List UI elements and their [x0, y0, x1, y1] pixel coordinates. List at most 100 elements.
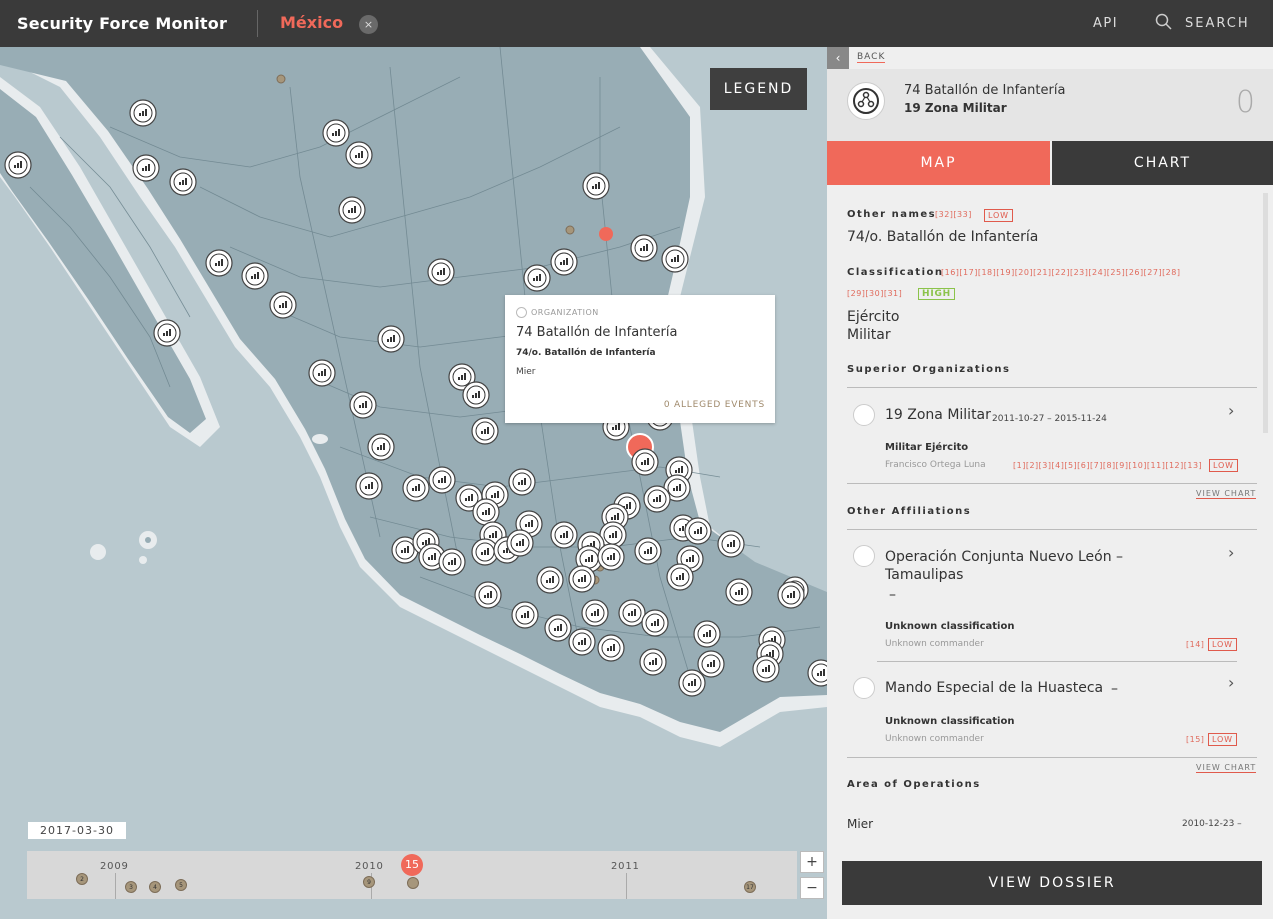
event-cluster-marker[interactable] [367, 433, 395, 461]
superior-org-sources[interactable]: [1][2][3][4][5][6][7][8][9][10][11][12][… [1013, 461, 1202, 470]
event-cluster-marker[interactable] [345, 141, 373, 169]
event-cluster-marker[interactable] [536, 566, 564, 594]
event-cluster-marker[interactable] [618, 599, 646, 627]
event-cluster-marker[interactable] [241, 262, 269, 290]
other-names-sources[interactable]: [32][33] [935, 210, 972, 219]
tab-chart[interactable]: CHART [1052, 141, 1273, 185]
event-cluster-marker[interactable] [634, 537, 662, 565]
event-cluster-marker[interactable] [355, 472, 383, 500]
event-cluster-marker[interactable] [777, 581, 805, 609]
event-cluster-marker[interactable] [462, 381, 490, 409]
event-cluster-marker[interactable] [132, 154, 160, 182]
event-cluster-marker[interactable] [697, 650, 725, 678]
event-cluster-marker[interactable] [308, 359, 336, 387]
event-cluster-marker[interactable] [639, 648, 667, 676]
event-cluster-marker[interactable] [568, 628, 596, 656]
event-cluster-marker[interactable] [550, 521, 578, 549]
country-filter[interactable]: México [280, 13, 343, 32]
current-date-label: 2017-03-30 [28, 822, 126, 839]
event-cluster-marker[interactable] [322, 119, 350, 147]
affiliation-name[interactable]: Tamaulipas [885, 567, 963, 583]
chevron-right-icon[interactable]: › [1228, 543, 1234, 562]
event-cluster-marker[interactable] [508, 468, 536, 496]
event-cluster-marker[interactable] [511, 601, 539, 629]
event-cluster-marker[interactable] [752, 655, 780, 683]
event-cluster-marker[interactable] [4, 151, 32, 179]
event-cluster-marker[interactable] [438, 548, 466, 576]
timeline-event-dot[interactable]: 17 [744, 881, 756, 893]
timeline-slider[interactable]: 2009 2010 2011 2 3 4 5 9 17 15 [27, 851, 797, 899]
event-cluster-marker[interactable] [338, 196, 366, 224]
timeline-event-dot[interactable]: 5 [175, 879, 187, 891]
event-cluster-marker[interactable] [666, 563, 694, 591]
event-cluster-marker[interactable] [169, 168, 197, 196]
event-cluster-marker[interactable] [643, 485, 671, 513]
organization-popup[interactable]: ORGANIZATION 74 Batallón de Infantería 7… [505, 295, 775, 423]
map-view[interactable]: LEGEND ORGANIZATION 74 Batallón de Infan… [0, 47, 827, 919]
event-cluster-marker[interactable] [269, 291, 297, 319]
event-cluster-marker[interactable] [402, 474, 430, 502]
event-cluster-marker[interactable] [544, 614, 572, 642]
view-chart-link[interactable]: VIEW CHART [1196, 489, 1257, 499]
affiliation-sources[interactable]: [14] [1186, 640, 1204, 649]
affiliation-sources[interactable]: [15] [1186, 735, 1204, 744]
view-chart-link[interactable]: VIEW CHART [1196, 763, 1257, 773]
event-cluster-marker[interactable] [684, 517, 712, 545]
event-cluster-marker[interactable] [129, 99, 157, 127]
event-cluster-marker[interactable] [693, 620, 721, 648]
timeline-zoom-out-button[interactable]: − [800, 877, 824, 899]
panel-scrollbar[interactable] [1263, 193, 1268, 433]
panel-content[interactable]: Other names [32][33] LOW 74/o. Batallón … [827, 185, 1273, 849]
event-cluster-marker[interactable] [506, 529, 534, 557]
affiliation-name[interactable]: Mando Especial de la Huasteca [885, 680, 1103, 696]
event-cluster-marker[interactable] [205, 249, 233, 277]
popup-alleged-events[interactable]: 0 ALLEGED EVENTS [664, 400, 765, 410]
chevron-right-icon[interactable]: › [1228, 401, 1234, 420]
event-cluster-marker[interactable] [474, 581, 502, 609]
timeline-current-marker[interactable]: 15 [401, 854, 423, 876]
close-country-filter-icon[interactable]: × [359, 15, 378, 34]
timeline-event-dot[interactable]: 3 [125, 881, 137, 893]
timeline-zoom-in-button[interactable]: + [800, 851, 824, 873]
view-dossier-button[interactable]: VIEW DOSSIER [842, 861, 1262, 905]
superior-org-name[interactable]: 19 Zona Militar [885, 407, 991, 423]
back-arrow-icon[interactable]: ‹ [827, 47, 849, 69]
event-cluster-marker[interactable] [581, 599, 609, 627]
event-cluster-marker[interactable] [717, 530, 745, 558]
event-cluster-marker[interactable] [428, 466, 456, 494]
legend-button[interactable]: LEGEND [710, 68, 807, 110]
superior-org-dates: 2011-10-27 – 2015-11-24 [992, 414, 1107, 424]
search-button[interactable]: SEARCH [1155, 13, 1248, 35]
event-cluster-marker[interactable] [523, 264, 551, 292]
back-link[interactable]: BACK [857, 52, 886, 63]
api-link[interactable]: API [1093, 16, 1118, 31]
timeline-event-dot[interactable]: 2 [76, 873, 88, 885]
event-cluster-marker[interactable] [597, 543, 625, 571]
event-cluster-marker[interactable] [472, 498, 500, 526]
event-cluster-marker[interactable] [641, 609, 669, 637]
event-cluster-marker[interactable] [427, 258, 455, 286]
event-cluster-marker[interactable] [550, 248, 578, 276]
classification-sources[interactable]: [16][17][18][19][20][21][22][23][24][25]… [941, 268, 1180, 277]
brand-title[interactable]: Security Force Monitor [17, 14, 227, 33]
chevron-right-icon[interactable]: › [1228, 673, 1234, 692]
mexico-map-canvas[interactable] [0, 47, 827, 919]
event-cluster-marker[interactable] [597, 634, 625, 662]
tab-map[interactable]: MAP [827, 141, 1050, 185]
affiliation-name[interactable]: Operación Conjunta Nuevo León – [885, 549, 1123, 565]
timeline-event-dot[interactable]: 4 [149, 881, 161, 893]
event-cluster-marker[interactable] [377, 325, 405, 353]
event-cluster-marker[interactable] [471, 417, 499, 445]
event-cluster-marker[interactable] [661, 245, 689, 273]
event-cluster-marker[interactable] [349, 391, 377, 419]
event-cluster-marker[interactable] [678, 669, 706, 697]
timeline-event-dot[interactable] [407, 877, 419, 889]
event-cluster-marker[interactable] [631, 448, 659, 476]
classification-sources[interactable]: [29][30][31] [847, 289, 902, 298]
event-cluster-marker[interactable] [725, 578, 753, 606]
timeline-event-dot[interactable]: 9 [363, 876, 375, 888]
event-cluster-marker[interactable] [630, 234, 658, 262]
event-cluster-marker[interactable] [153, 319, 181, 347]
event-cluster-marker[interactable] [582, 172, 610, 200]
event-cluster-marker[interactable] [568, 565, 596, 593]
